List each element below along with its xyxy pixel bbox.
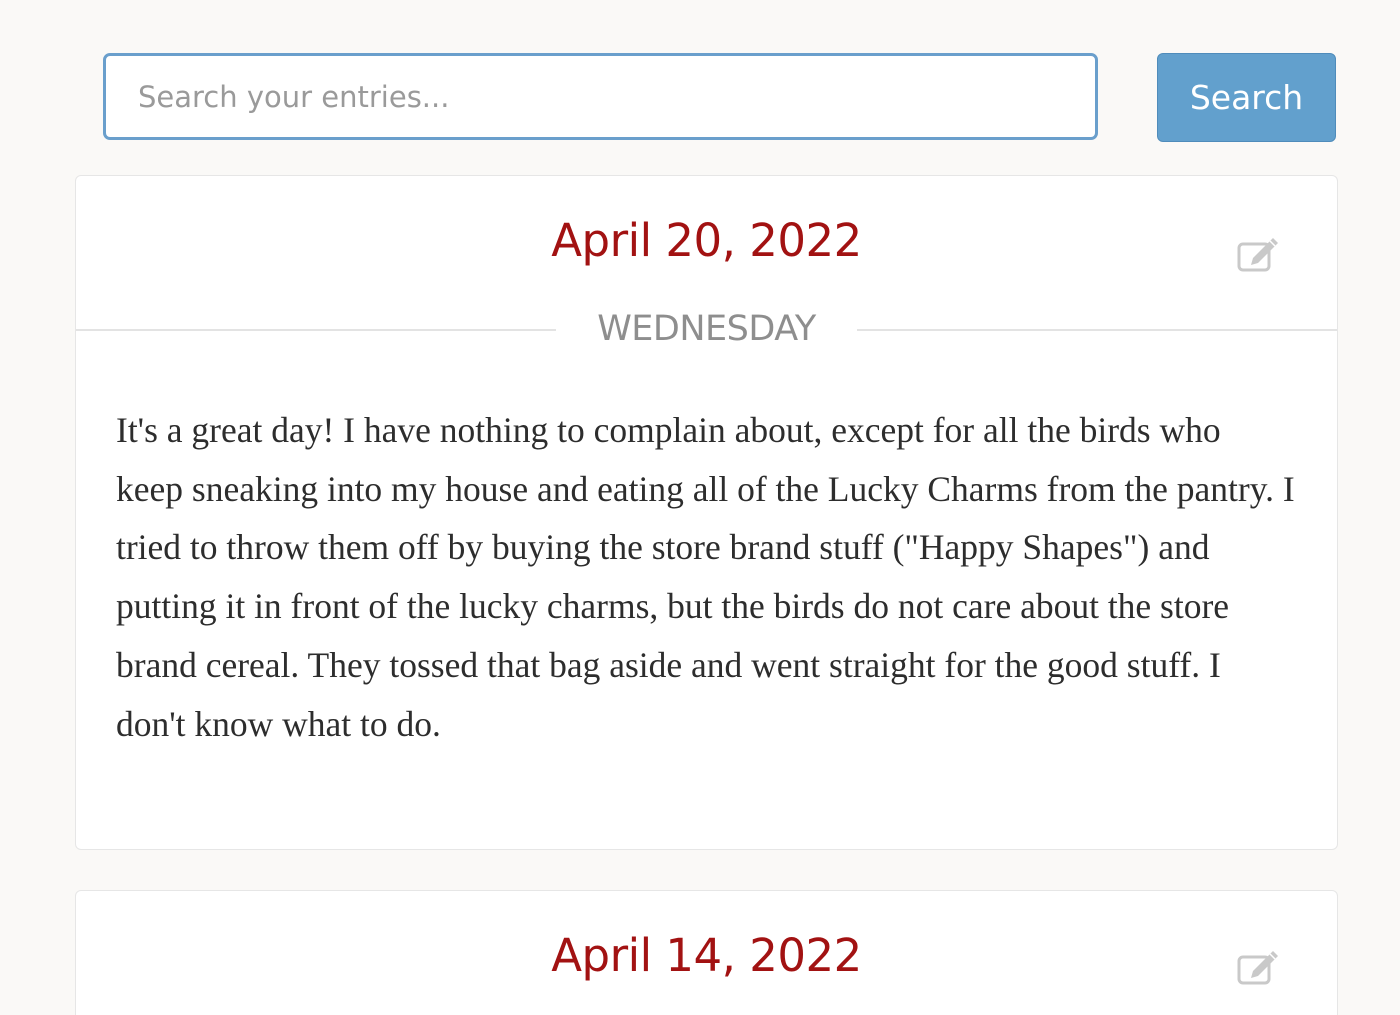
edit-icon[interactable] [1237,949,1279,985]
entry-card: April 20, 2022 WEDNESDAY It's a great da… [75,175,1338,850]
weekday-divider: WEDNESDAY [76,306,1337,352]
entry-date: April 20, 2022 [551,214,862,267]
entry-weekday: WEDNESDAY [597,309,816,349]
entry-text: It's a great day! I have nothing to comp… [116,410,1295,744]
search-button[interactable]: Search [1157,53,1336,142]
search-input[interactable] [103,53,1098,140]
edit-icon[interactable] [1237,236,1279,272]
entry-card: April 14, 2022 [75,890,1338,1015]
entry-date: April 14, 2022 [551,929,862,982]
